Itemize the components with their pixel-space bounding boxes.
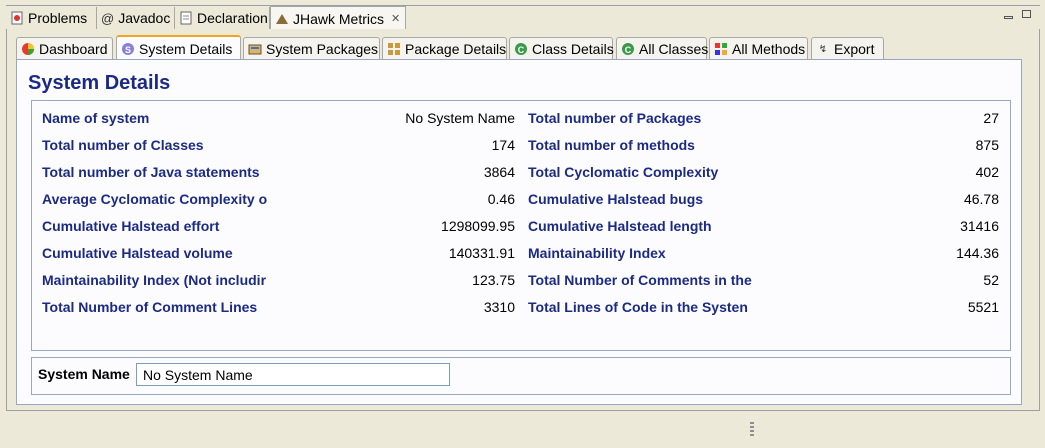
jhawk-icon [275,12,289,26]
tab-export[interactable]: ↯ Export [811,37,884,60]
metric-label: Total Number of Comment Lines [42,299,258,315]
metric-label: Cumulative Halstead bugs [528,191,704,207]
metric-value: No System Name [405,110,515,126]
tab-label: Dashboard [39,41,108,57]
tab-javadoc[interactable]: @ Javadoc [97,7,175,29]
all-classes-icon: C [621,42,635,56]
svg-text:S: S [125,45,131,55]
metrics-row: Name of system No System Name Total numb… [32,108,1010,128]
metrics-row: Total number of Classes 174 Total number… [32,135,1010,155]
metric-label: Name of system [42,110,150,126]
tab-system-details[interactable]: S System Details [116,35,241,60]
tab-system-packages[interactable]: System Packages [243,37,380,60]
metric-label: Total number of methods [528,137,695,153]
maximize-icon[interactable] [1022,10,1031,18]
system-name-group: System Name [31,357,1011,395]
tab-package-details[interactable]: Package Details [382,37,507,60]
metric-label: Maintainability Index [528,245,666,261]
status-bar [0,416,1045,448]
class-icon: C [514,42,528,56]
tab-problems[interactable]: Problems [6,7,97,29]
tab-label: Declaration [197,10,268,26]
packages-icon [248,42,262,56]
tab-class-details[interactable]: C Class Details [509,37,614,60]
tab-label: All Methods [732,41,806,57]
view-content: Dashboard S System Details System Packag… [6,29,1040,411]
metric-label: Total number of Packages [528,110,702,126]
metric-label: Maintainability Index (Not includir [42,272,267,288]
metrics-row: Cumulative Halstead effort 1298099.95 Cu… [32,216,1010,236]
tab-label: System Packages [266,41,379,57]
metric-value: 27 [983,110,999,126]
page-title: System Details [28,72,171,94]
minimize-icon[interactable] [1004,16,1013,19]
system-details-panel: System Details Name of system No System … [16,59,1022,405]
declaration-icon [179,11,193,25]
metric-label: Total number of Java statements [42,164,260,180]
javadoc-icon: @ [101,10,115,26]
metric-label: Total Number of Comments in the [528,272,752,288]
system-icon: S [121,42,135,56]
metric-label: Cumulative Halstead effort [42,218,220,234]
metric-value: 1298099.95 [441,218,515,234]
export-icon: ↯ [818,43,828,55]
status-bar-grip[interactable] [750,422,754,436]
tab-label: System Details [139,40,233,57]
tab-declaration[interactable]: Declaration [175,7,270,29]
metric-value: 31416 [960,218,999,234]
metrics-row: Maintainability Index (Not includir 123.… [32,270,1010,290]
tab-label: All Classes [639,41,709,57]
package-details-icon [387,42,401,56]
metrics-row: Total Number of Comment Lines 3310 Total… [32,297,1010,317]
metric-value: 52 [983,272,999,288]
metric-value: 3864 [483,164,515,180]
view-tab-bar: Problems @ Javadoc Declaration JHawk Met… [6,5,1040,30]
tab-all-classes[interactable]: C All Classes [616,37,709,60]
close-icon[interactable]: ✕ [391,12,400,25]
tab-label: JHawk Metrics [293,10,385,27]
metric-value: 140331.91 [448,245,515,261]
all-methods-icon [714,42,728,56]
metric-label: Total Lines of Code in the Systen [528,299,748,315]
metric-value: 875 [975,137,999,153]
tab-label: Export [834,41,875,57]
metric-label: Average Cyclomatic Complexity o [42,191,268,207]
metrics-row: Average Cyclomatic Complexity o 0.46 Cum… [32,189,1010,209]
metric-value: 46.78 [963,191,999,207]
tab-all-methods[interactable]: All Methods [709,37,808,60]
metric-value: 0.46 [487,191,515,207]
metrics-row: Total number of Java statements 3864 Tot… [32,162,1010,182]
metrics-group: Name of system No System Name Total numb… [31,100,1011,351]
tab-label: Javadoc [118,10,171,26]
svg-text:C: C [518,45,525,55]
problems-icon [10,11,24,25]
metric-label: Cumulative Halstead volume [42,245,233,261]
metric-value: 402 [975,164,999,180]
metric-value: 3310 [483,299,515,315]
tab-label: Problems [28,10,88,26]
metric-value: 5521 [967,299,999,315]
metric-label: Cumulative Halstead length [528,218,712,234]
tab-dashboard[interactable]: Dashboard [16,37,113,60]
metric-label: Total number of Classes [42,137,204,153]
metric-value: 174 [491,137,515,153]
metrics-row: Cumulative Halstead volume 140331.91 Mai… [32,243,1010,263]
tab-label: Package Details [405,41,507,57]
metric-value: 144.36 [956,245,999,261]
system-name-label: System Name [38,366,130,382]
metric-value: 123.75 [472,272,515,288]
tab-label: Class Details [532,41,614,57]
svg-text:C: C [625,45,632,55]
jhawk-metrics-view: Problems @ Javadoc Declaration JHawk Met… [0,0,1045,448]
system-name-input[interactable] [136,363,450,386]
metric-label: Total Cyclomatic Complexity [528,164,719,180]
tab-jhawk-metrics[interactable]: JHawk Metrics ✕ [270,6,406,30]
dashboard-icon [21,42,35,56]
